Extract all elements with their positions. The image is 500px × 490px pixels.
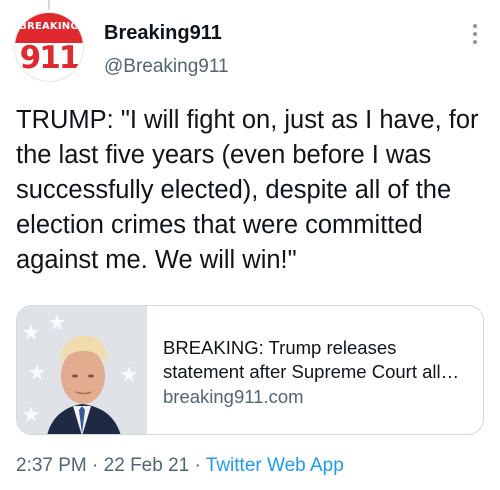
meta-separator: ·: [86, 455, 104, 476]
link-preview-card[interactable]: BREAKING: Trump releases statement after…: [16, 305, 484, 435]
portrait-photo-icon: [17, 306, 147, 434]
more-vertical-icon[interactable]: [470, 24, 480, 48]
tweet-metadata: 2:37 PM · 22 Feb 21 · Twitter Web App: [16, 455, 344, 477]
author-display-name[interactable]: Breaking911: [104, 22, 222, 45]
avatar-number: 911: [19, 40, 81, 76]
thread-connector-line: [48, 0, 50, 10]
more-dot: [473, 40, 477, 44]
tweet-date[interactable]: 22 Feb 21: [104, 455, 190, 476]
tweet-time[interactable]: 2:37 PM: [16, 455, 87, 476]
more-dot: [473, 32, 477, 36]
author-handle[interactable]: @Breaking911: [104, 56, 229, 78]
avatar[interactable]: BREAKING 911: [14, 12, 84, 82]
card-title: BREAKING: Trump releases statement after…: [163, 337, 460, 382]
avatar-banner-text: BREAKING: [19, 21, 79, 32]
card-thumbnail: [17, 306, 147, 434]
meta-separator: ·: [189, 455, 206, 476]
tweet-text: TRUMP: "I will fight on, just as I have,…: [16, 106, 486, 274]
more-dot: [473, 24, 477, 28]
card-domain: breaking911.com: [163, 386, 304, 407]
tweet-source-link[interactable]: Twitter Web App: [206, 455, 344, 476]
tweet-header: BREAKING 911 Breaking911 @Breaking911: [14, 12, 486, 84]
